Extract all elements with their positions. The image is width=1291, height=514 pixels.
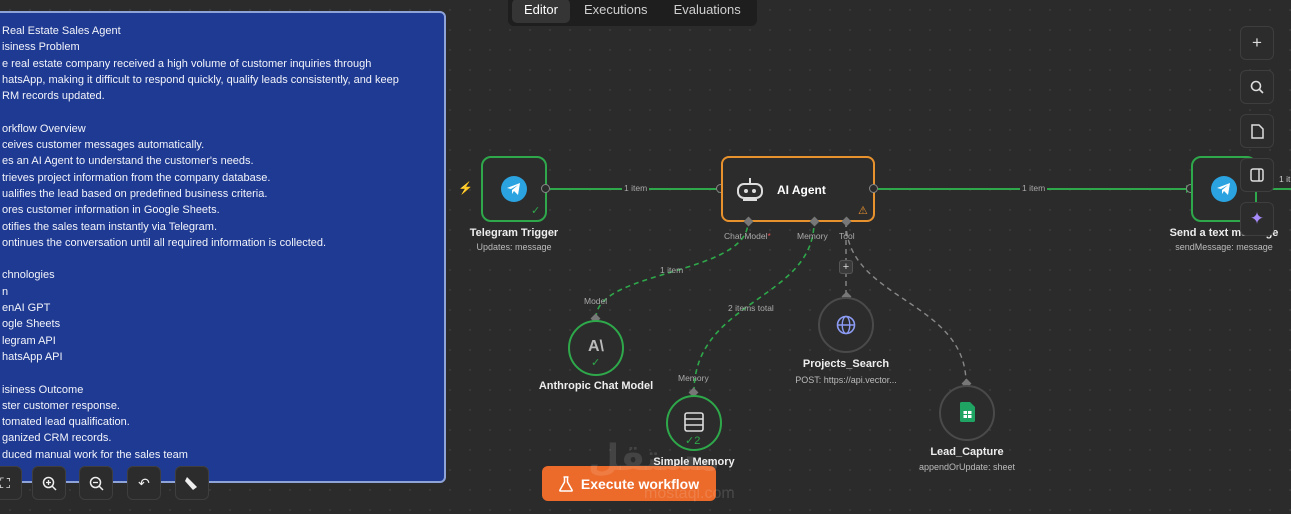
node-title: Lead_Capture bbox=[930, 446, 1004, 458]
note-line: ogle Sheets bbox=[2, 318, 61, 331]
anthropic-logo-icon: A\ bbox=[588, 338, 604, 355]
node-subtitle: appendOrUpdate: sheet bbox=[918, 462, 1016, 472]
zoom-in-button[interactable] bbox=[32, 466, 66, 500]
zoom-in-icon bbox=[42, 476, 57, 491]
note-line bbox=[2, 104, 444, 120]
note-line: legram API bbox=[2, 334, 56, 347]
fit-view-button[interactable]: ⛶ bbox=[0, 466, 22, 500]
note-line bbox=[2, 365, 444, 381]
node-title: Telegram Trigger bbox=[469, 227, 559, 239]
note-line: isiness Problem bbox=[2, 41, 80, 54]
tidy-up-icon bbox=[185, 477, 197, 490]
note-line: hatsApp API bbox=[2, 350, 63, 363]
plus-icon: + bbox=[1252, 33, 1262, 52]
note-line: ganized CRM records. bbox=[2, 432, 112, 445]
view-tabs: Editor Executions Evaluations bbox=[508, 0, 757, 26]
zoom-out-button[interactable] bbox=[79, 466, 113, 500]
note-line: duced manual work for the sales team bbox=[2, 448, 188, 461]
node-title: Anthropic Chat Model bbox=[538, 380, 654, 392]
trigger-bolt-icon: ⚡ bbox=[458, 181, 473, 195]
edge-label: 1 it bbox=[1279, 174, 1291, 184]
edge-label: 1 item bbox=[1020, 183, 1048, 193]
port-label-model: Model bbox=[584, 296, 608, 306]
note-line: e real estate company received a high vo… bbox=[2, 57, 372, 70]
note-line: Real Estate Sales Agent bbox=[2, 25, 121, 37]
required-mark: * bbox=[767, 231, 771, 241]
port-label-tool: Tool bbox=[839, 231, 855, 241]
search-icon bbox=[1250, 80, 1264, 94]
warning-icon: ⚠ bbox=[858, 205, 868, 217]
sticky-note[interactable]: Real Estate Sales Agent isiness Problem e … bbox=[0, 11, 446, 483]
database-icon bbox=[684, 412, 704, 432]
lead-capture-node[interactable] bbox=[939, 385, 995, 441]
node-subtitle: sendMessage: message bbox=[1175, 242, 1273, 252]
note-line: ualifies the lead based on predefined bu… bbox=[2, 187, 268, 200]
success-check-icon: ✓ bbox=[531, 205, 541, 217]
fit-view-icon: ⛶ bbox=[0, 475, 10, 491]
note-line: tomated lead qualification. bbox=[2, 416, 130, 429]
port-label-chat-model: Chat Model* bbox=[724, 231, 771, 241]
edge-label: 1 item bbox=[660, 265, 684, 275]
note-line: ceives customer messages automatically. bbox=[2, 139, 205, 152]
node-title: AI Agent bbox=[777, 183, 826, 197]
note-line: trieves project information from the com… bbox=[2, 171, 271, 184]
add-tool-button[interactable]: + bbox=[839, 260, 853, 274]
telegram-icon bbox=[501, 176, 527, 202]
note-line: hatsApp, making it difficult to respond … bbox=[2, 73, 399, 86]
robot-icon bbox=[737, 178, 763, 201]
success-check-icon: ✓2 bbox=[685, 435, 701, 447]
node-title: Projects_Search bbox=[802, 358, 890, 370]
execute-label: Execute workflow bbox=[580, 475, 700, 492]
flask-icon bbox=[558, 475, 573, 492]
telegram-icon bbox=[1211, 176, 1237, 202]
port-label-memory: Memory bbox=[678, 373, 709, 383]
google-sheets-icon bbox=[960, 402, 975, 422]
edge-label: 2 items total bbox=[728, 303, 774, 313]
projects-search-node[interactable] bbox=[818, 297, 874, 353]
node-subtitle: POST: https://api.vector... bbox=[795, 375, 897, 385]
sticky-note-icon bbox=[1250, 124, 1264, 139]
simple-memory-node[interactable]: ✓2 bbox=[666, 395, 722, 451]
note-line: isiness Outcome bbox=[2, 383, 84, 396]
node-subtitle: Updates: message bbox=[476, 242, 552, 252]
add-sticky-button[interactable] bbox=[1240, 114, 1274, 148]
note-line: enAI GPT bbox=[2, 302, 51, 315]
toggle-panel-button[interactable] bbox=[1240, 158, 1274, 192]
note-line: otifies the sales team instantly via Tel… bbox=[2, 220, 218, 233]
execute-workflow-button[interactable]: Execute workflow bbox=[542, 466, 716, 501]
note-line: RM records updated. bbox=[2, 90, 105, 103]
note-line: ontinues the conversation until all requ… bbox=[2, 236, 327, 249]
sparkle-icon: ✦ bbox=[1249, 209, 1265, 228]
note-line: chnologies bbox=[2, 269, 55, 282]
zoom-out-icon bbox=[89, 476, 104, 491]
port-label-memory: Memory bbox=[797, 231, 828, 241]
note-line: ores customer information in Google Shee… bbox=[2, 204, 220, 217]
telegram-trigger-node[interactable]: ✓ bbox=[481, 156, 547, 222]
note-line: n bbox=[2, 285, 9, 298]
panel-icon bbox=[1250, 168, 1264, 182]
ai-agent-node[interactable]: AI Agent ⚠ bbox=[721, 156, 875, 222]
tab-executions[interactable]: Executions bbox=[572, 0, 660, 23]
note-line bbox=[2, 251, 444, 267]
note-line: es an AI Agent to understand the custome… bbox=[2, 155, 254, 168]
search-nodes-button[interactable] bbox=[1240, 70, 1274, 104]
note-line: orkflow Overview bbox=[2, 122, 86, 135]
anthropic-chat-model-node[interactable]: A\ ✓ bbox=[568, 320, 624, 376]
item-count: 2 bbox=[694, 435, 701, 447]
tidy-up-button[interactable] bbox=[175, 466, 209, 500]
edge-label: 1 item bbox=[622, 183, 650, 193]
add-node-button[interactable]: + bbox=[1240, 26, 1274, 60]
globe-icon bbox=[836, 315, 856, 335]
note-line: ster customer response. bbox=[2, 399, 120, 412]
tab-editor[interactable]: Editor bbox=[512, 0, 570, 23]
reset-zoom-button[interactable]: ↶ bbox=[127, 466, 161, 500]
success-check-icon: ✓ bbox=[591, 357, 601, 369]
reset-icon: ↶ bbox=[138, 475, 150, 491]
ai-assistant-button[interactable]: ✦ bbox=[1240, 202, 1274, 236]
output-port[interactable] bbox=[869, 184, 878, 193]
output-port[interactable] bbox=[541, 184, 550, 193]
tab-evaluations[interactable]: Evaluations bbox=[662, 0, 753, 23]
